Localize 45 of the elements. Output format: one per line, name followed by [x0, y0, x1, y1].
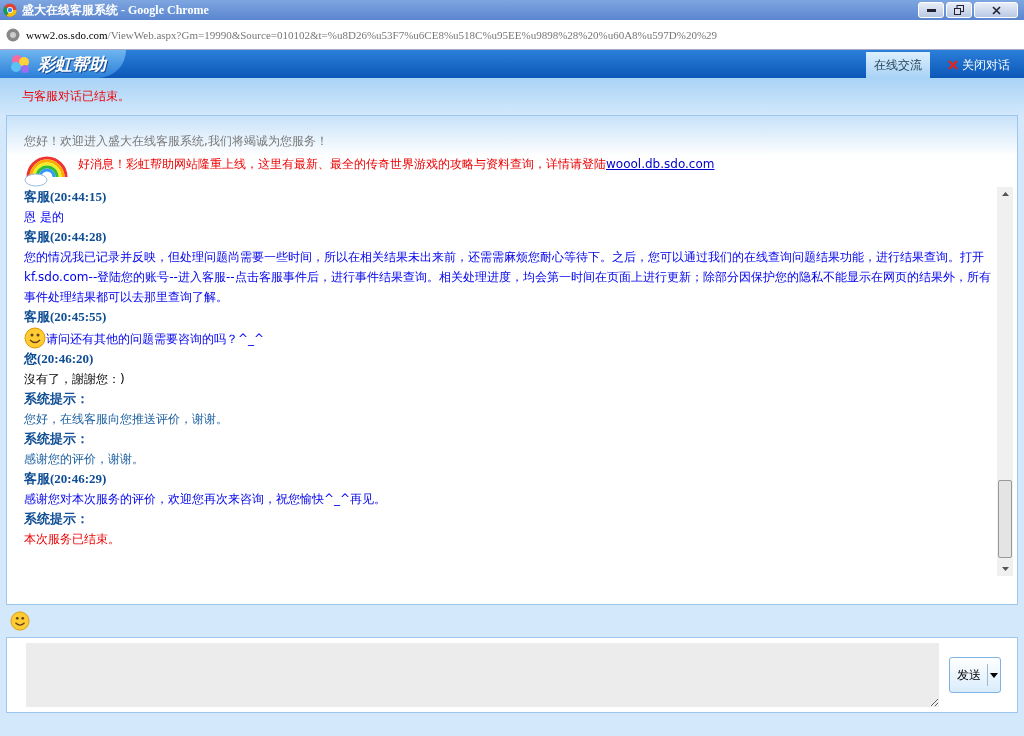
- message-sender: 客服(20:45:55): [24, 308, 108, 326]
- message-text: 请问还有其他的问题需要咨询的吗？^_^: [46, 331, 265, 348]
- scrollbar-thumb[interactable]: [998, 480, 1012, 558]
- restore-button[interactable]: [946, 2, 972, 18]
- welcome-text: 您好！欢迎进入盛大在线客服系统,我们将竭诚为您服务！: [23, 133, 329, 147]
- scroll-up-icon[interactable]: [1001, 192, 1009, 196]
- message-text: 恩 是的: [24, 209, 64, 226]
- chat-tab[interactable]: 在线交流: [866, 52, 930, 78]
- message-input-field[interactable]: [26, 643, 939, 707]
- promo-text: 好消息！彩虹帮助网站隆重上线，这里有最新、最全的传奇世界游戏的攻略与资料查询，详情请登陆woool.db.sdo.com: [78, 156, 715, 173]
- logo-text: 彩虹帮助: [38, 52, 106, 76]
- smiley-icon: [10, 611, 30, 631]
- message-text: 感谢您对本次服务的评价，欢迎您再次来咨询，祝您愉快^_^再见。: [24, 491, 387, 508]
- close-icon: [948, 60, 958, 70]
- smiley-icon: [24, 327, 46, 349]
- notice-text: 与客服对话已结束。: [22, 88, 130, 105]
- close-icon: [991, 5, 1001, 15]
- message-text: 感谢您的评价，谢谢。: [24, 451, 144, 468]
- scroll-down-icon[interactable]: [1001, 567, 1009, 571]
- close-chat-button[interactable]: 关闭对话: [942, 52, 1016, 78]
- message-sender: 您(20:46:20): [24, 350, 95, 368]
- address-bar[interactable]: www2.os.sdo.com/ViewWeb.aspx?Gm=19990&Source=010102&t=%u8D26%u53F7%u6CE8%u518C%u95EE%u9898%28%20%u60A8%u597D%20%29: [0, 20, 1024, 50]
- message-sender: 系统提示：: [24, 430, 90, 448]
- browser-logo-icon: [3, 3, 17, 17]
- caret-icon: [990, 672, 998, 678]
- message-text: 沒有了，謝謝您：): [24, 371, 125, 388]
- url-text: www2.os.sdo.com/ViewWeb.aspx?Gm=19990&Source=010102&t=%u8D26%u53F7%u6CE8%u518C%u95EE%u9898%28%20%u60A8%u597D%20%29: [26, 28, 718, 41]
- message-text: 您好，在线客服向您推送评价，谢谢。: [24, 411, 228, 428]
- message-text: 本次服务已结束。: [24, 531, 120, 548]
- restore-icon: [954, 5, 964, 15]
- emoji-button[interactable]: [10, 611, 30, 631]
- message-sender: 客服(20:44:28): [24, 228, 108, 246]
- message-sender: 客服(20:46:29): [24, 470, 108, 488]
- message-sender: 系统提示：: [24, 390, 90, 408]
- globe-icon: [6, 27, 20, 42]
- message-sender: 系统提示：: [24, 510, 90, 528]
- minimize-icon: [926, 8, 936, 12]
- message-text: 您的情况我已记录并反映，但处理问题尚需要一些时间，所以在相关结果未出来前，还需需麻烦您耐心等待下。之后，您可以通过我们的在线查询问题结果功能，进行结果查询。打开kf.sdo.com--登陆您的账号--进入客服--点击客服事件后，进行事件结果查询。相关处理进度，均会第一时间在页面上进行更新；除部分因保护您的隐私不能显示在网页的结果外，所有事件处理结果都可以去那里查询了解。: [24, 249, 992, 306]
- scrollbar[interactable]: [997, 187, 1013, 576]
- promo-link[interactable]: woool.db.sdo.com: [606, 157, 715, 171]
- minimize-button[interactable]: [918, 2, 944, 18]
- window-title: 盛大在线客服系统 - Google Chrome: [22, 1, 209, 19]
- send-button[interactable]: 发送: [949, 657, 1001, 693]
- message-sender: 客服(20:44:15): [24, 188, 108, 206]
- close-button[interactable]: [974, 2, 1018, 18]
